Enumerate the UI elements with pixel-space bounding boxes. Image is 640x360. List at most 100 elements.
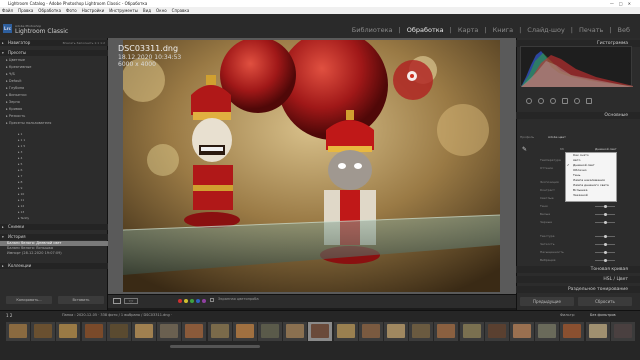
previous-button[interactable]: Предыдущие bbox=[520, 297, 574, 306]
user-preset-item[interactable]: ▸ 10 bbox=[18, 192, 24, 196]
filmstrip-thumbnail[interactable] bbox=[560, 322, 585, 341]
preset-group[interactable]: ▸ Цветные bbox=[6, 58, 25, 62]
user-preset-item[interactable]: ▸ 11 bbox=[18, 198, 24, 202]
user-preset-item[interactable]: ▸ 1 5 bbox=[18, 144, 25, 148]
blue-label-swatch[interactable] bbox=[196, 299, 200, 303]
filmstrip-source[interactable]: Папка : 2020-12-05 · 338 фото / 1 выбран… bbox=[62, 311, 172, 320]
split-toning-header[interactable]: Раздельное тонирование bbox=[516, 286, 640, 293]
presets-header[interactable]: ▾ Пресеты bbox=[0, 50, 108, 56]
preset-group[interactable]: ▸ Резкость bbox=[6, 114, 25, 118]
page-numbers[interactable]: 1 2 bbox=[6, 311, 12, 320]
filmstrip-thumbnail[interactable] bbox=[258, 322, 282, 341]
preset-group[interactable]: ▸ Зерно bbox=[6, 100, 20, 104]
filmstrip-thumbnail[interactable] bbox=[106, 322, 131, 341]
module-map[interactable]: Карта bbox=[458, 26, 479, 34]
preset-group[interactable]: ▸ Ч/Б bbox=[6, 72, 15, 76]
preset-group[interactable]: ▸ Default bbox=[6, 79, 22, 83]
slider-thumb[interactable] bbox=[604, 212, 607, 216]
module-develop[interactable]: Обработка bbox=[407, 26, 444, 34]
filmstrip-thumbnail[interactable] bbox=[333, 322, 358, 341]
module-slideshow[interactable]: Слайд-шоу bbox=[527, 26, 565, 34]
reset-button[interactable]: Сбросить bbox=[578, 297, 632, 306]
copy-settings-button[interactable]: Копировать... bbox=[6, 296, 52, 304]
redeye-icon[interactable] bbox=[550, 98, 556, 104]
history-header[interactable]: ▾ История bbox=[0, 234, 108, 240]
adjustment-slider[interactable] bbox=[595, 204, 615, 208]
radial-filter-icon[interactable] bbox=[574, 98, 580, 104]
user-preset-item[interactable]: ▸ 5 bbox=[18, 162, 22, 166]
window-controls[interactable]: —□✕ bbox=[610, 0, 636, 7]
slider-thumb[interactable] bbox=[604, 250, 607, 254]
filmstrip-thumbnail[interactable] bbox=[585, 322, 610, 341]
user-preset-item[interactable]: ▸ 1 1 bbox=[18, 138, 25, 142]
snapshots-header[interactable]: ▸ Снимки bbox=[0, 224, 108, 230]
user-preset-item[interactable]: ▸ Teddy bbox=[18, 216, 29, 220]
filmstrip-thumbnail[interactable] bbox=[283, 322, 308, 341]
menu-file[interactable]: Файл bbox=[2, 8, 13, 13]
photo-preview[interactable] bbox=[123, 40, 500, 292]
profile-value[interactable]: Adobe цвет bbox=[548, 135, 566, 139]
preset-group[interactable]: ▸ Креативные bbox=[6, 65, 31, 69]
filmstrip-thumbnail[interactable] bbox=[157, 322, 182, 341]
slider-thumb[interactable] bbox=[604, 242, 607, 246]
module-library[interactable]: Библиотека bbox=[352, 26, 393, 34]
graduated-filter-icon[interactable] bbox=[562, 98, 568, 104]
wb-eyedropper-icon[interactable]: ✎ bbox=[522, 146, 527, 153]
wb-option[interactable]: Заказной bbox=[566, 193, 616, 198]
collections-header[interactable]: ▸ Коллекции bbox=[0, 263, 108, 269]
purple-label-swatch[interactable] bbox=[202, 299, 206, 303]
user-preset-item[interactable]: ▸ 12 bbox=[18, 204, 24, 208]
tone-curve-header[interactable]: Тоновая кривая bbox=[516, 266, 640, 273]
adjustment-slider[interactable] bbox=[595, 242, 615, 246]
filmstrip-thumbnail[interactable] bbox=[510, 322, 534, 341]
paste-settings-button[interactable]: Вставить bbox=[58, 296, 104, 304]
loupe-view-icon[interactable] bbox=[113, 298, 121, 304]
user-preset-item[interactable]: ▸ 9 bbox=[18, 186, 22, 190]
history-item[interactable]: Импорт (28.12.2020 19:07:09) bbox=[0, 251, 108, 256]
wb-value[interactable]: Дневной свет bbox=[595, 147, 617, 151]
filmstrip-thumbnail[interactable] bbox=[409, 322, 434, 341]
adjustment-slider[interactable] bbox=[595, 212, 615, 216]
softproof-checkbox[interactable] bbox=[210, 298, 214, 302]
brush-icon[interactable] bbox=[586, 98, 592, 104]
crop-tool-icon[interactable] bbox=[526, 98, 532, 104]
menu-settings[interactable]: Настройки bbox=[82, 8, 105, 13]
filmstrip-thumbnail[interactable] bbox=[434, 322, 459, 341]
user-preset-item[interactable]: ▸ 1 bbox=[18, 132, 22, 136]
user-preset-item[interactable]: ▸ 3 bbox=[18, 150, 22, 154]
module-web[interactable]: Веб bbox=[618, 26, 630, 34]
user-preset-item[interactable]: ▸ 4 bbox=[18, 156, 22, 160]
preset-group[interactable]: ▸ Виньетки bbox=[6, 93, 26, 97]
filmstrip-thumbnail[interactable] bbox=[81, 322, 106, 341]
filmstrip-thumbnail[interactable] bbox=[484, 322, 509, 341]
filmstrip-thumbnail[interactable] bbox=[6, 322, 30, 341]
adjustment-slider[interactable] bbox=[595, 258, 615, 262]
user-preset-item[interactable]: ▸ 7 bbox=[18, 174, 22, 178]
preset-group[interactable]: ▸ Пресеты пользователя bbox=[6, 121, 51, 125]
slider-thumb[interactable] bbox=[604, 234, 607, 238]
user-preset-item[interactable]: ▸ 13 bbox=[18, 210, 24, 214]
filmstrip-thumbnail[interactable] bbox=[56, 322, 81, 341]
filmstrip-scrollbar[interactable] bbox=[170, 345, 260, 348]
filmstrip-thumbnail[interactable] bbox=[182, 322, 207, 341]
adjustment-slider[interactable] bbox=[595, 234, 615, 238]
filmstrip-thumbnail[interactable] bbox=[358, 322, 383, 341]
adjustment-slider[interactable] bbox=[595, 250, 615, 254]
menu-window[interactable]: Окно bbox=[156, 8, 167, 13]
navigator-zoom-tabs[interactable]: Вписать Заполнить 1:1 1:2 bbox=[63, 40, 105, 46]
filter-select[interactable]: Без фильтров bbox=[590, 311, 616, 320]
filmstrip-thumbnail[interactable] bbox=[132, 322, 156, 341]
menu-tools[interactable]: Инструменты bbox=[109, 8, 138, 13]
user-preset-item[interactable]: ▸ 6 bbox=[18, 168, 22, 172]
menu-develop[interactable]: Обработка bbox=[38, 8, 61, 13]
menu-view[interactable]: Вид bbox=[143, 8, 151, 13]
menu-edit[interactable]: Правка bbox=[18, 8, 33, 13]
navigator-header[interactable]: ▸ Навигатор Вписать Заполнить 1:1 1:2 bbox=[0, 40, 108, 46]
filmstrip-thumbnail[interactable] bbox=[308, 322, 333, 341]
green-label-swatch[interactable] bbox=[190, 299, 194, 303]
filmstrip-thumbnail[interactable] bbox=[610, 322, 635, 341]
filmstrip-thumbnail[interactable] bbox=[459, 322, 484, 341]
slider-thumb[interactable] bbox=[604, 258, 607, 262]
red-label-swatch[interactable] bbox=[178, 299, 182, 303]
menu-help[interactable]: Справка bbox=[172, 8, 190, 13]
